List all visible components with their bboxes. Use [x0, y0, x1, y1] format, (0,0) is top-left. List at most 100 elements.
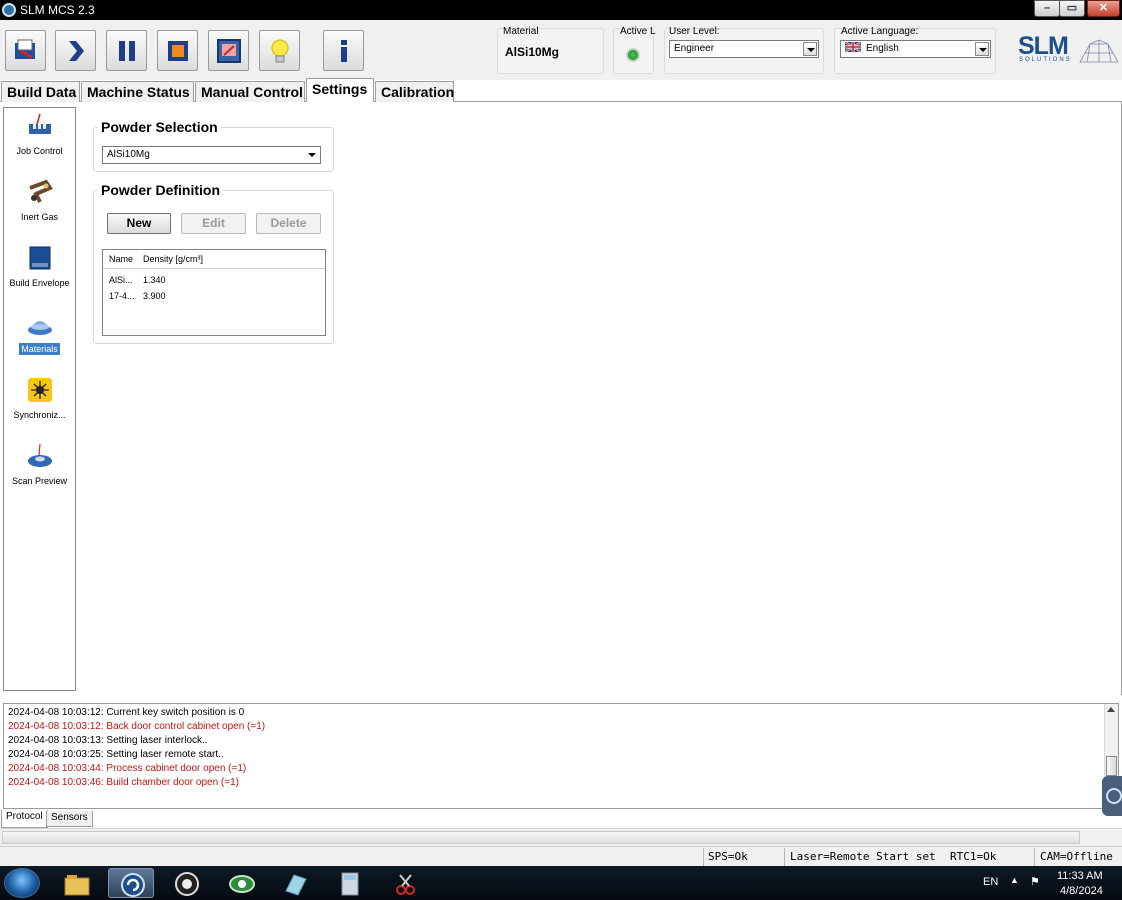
table-header: Name Density [g/cm³]: [103, 250, 325, 269]
sidebar-item-label: Inert Gas: [20, 212, 58, 222]
stop-button[interactable]: [157, 30, 198, 71]
window-icon: [217, 39, 241, 63]
start-button[interactable]: [55, 30, 96, 71]
sidebar-item-inert-gas[interactable]: Inert Gas: [4, 178, 75, 238]
logo-subtext: SOLUTIONS: [1019, 57, 1072, 63]
title-bar: SLM MCS 2.3 – ▭ ✕: [0, 0, 1122, 20]
cell-name: 17-4...: [109, 291, 135, 301]
log-line-error: 2024-04-08 10:03:44: Process cabinet doo…: [8, 763, 247, 774]
tab-sensors[interactable]: Sensors: [46, 811, 93, 827]
tab-machine-status[interactable]: Machine Status: [81, 81, 194, 102]
taskbar-calculator[interactable]: [326, 868, 372, 898]
delete-button[interactable]: Delete: [256, 213, 321, 234]
chevron-down-icon[interactable]: [975, 42, 989, 56]
minimize-button[interactable]: –: [1034, 0, 1060, 17]
log-line: 2024-04-08 10:03:25: Setting laser remot…: [8, 749, 224, 760]
log-line: 2024-04-08 10:03:12: Current key switch …: [8, 707, 245, 718]
start-button[interactable]: [4, 868, 40, 898]
clock-time[interactable]: 11:33 AM: [1057, 870, 1103, 882]
pause-button[interactable]: [106, 30, 147, 71]
inert-gas-icon: [29, 179, 53, 203]
scroll-thumb[interactable]: [1106, 756, 1117, 776]
info-icon: [341, 40, 347, 62]
material-label: Material: [503, 26, 539, 37]
build-envelope-icon: [29, 246, 51, 270]
chevron-down-icon[interactable]: [803, 42, 817, 56]
close-button[interactable]: ✕: [1087, 0, 1120, 17]
taskbar-camera[interactable]: [163, 868, 209, 898]
status-rtc: RTC1=Ok: [950, 850, 997, 863]
table-row[interactable]: AlSi... 1.340: [103, 271, 325, 287]
status-bar: SPS=Ok Laser=Remote Start set RTC1=Ok CA…: [0, 846, 1122, 866]
sidebar-item-synchronize[interactable]: Synchroniz...: [4, 376, 75, 436]
clock-date[interactable]: 4/8/2024: [1060, 885, 1103, 897]
sidebar-item-build-envelope[interactable]: Build Envelope: [4, 244, 75, 304]
status-sps: SPS=Ok: [708, 850, 748, 863]
cell-density: 1.340: [143, 275, 166, 285]
column-header-name[interactable]: Name: [109, 254, 133, 264]
play-arrow-icon: [69, 41, 84, 61]
open-job-button[interactable]: [5, 30, 46, 71]
info-button[interactable]: [323, 30, 364, 71]
taskbar-notepad[interactable]: [272, 868, 318, 898]
materials-icon: [28, 321, 52, 335]
taskbar-slm-mcs[interactable]: [108, 868, 154, 898]
action-center-flag-icon[interactable]: ⚑: [1030, 875, 1040, 888]
powder-definition-title: Powder Definition: [98, 182, 223, 198]
cell-name: AlSi...: [109, 275, 133, 285]
monitor-button[interactable]: [208, 30, 249, 71]
light-button[interactable]: [259, 30, 300, 71]
windows-taskbar: EN ▲ ⚑ 11:33 AM 4/8/2024: [0, 866, 1122, 900]
tab-calibration[interactable]: Calibration: [375, 81, 454, 102]
language-label: Active Language:: [841, 26, 919, 37]
table-row[interactable]: 17-4... 3.900: [103, 287, 325, 303]
sidebar-item-label: Materials: [19, 343, 60, 355]
explorer-icon: [64, 875, 90, 896]
settings-sidebar: Job Control Inert Gas Build Envelope Mat…: [3, 107, 76, 691]
tab-protocol[interactable]: Protocol: [1, 810, 48, 828]
sidebar-item-job-control[interactable]: Job Control: [4, 112, 75, 172]
cell-density: 3.900: [143, 291, 166, 301]
user-level-select[interactable]: Engineer: [669, 40, 819, 58]
maximize-button[interactable]: ▭: [1059, 0, 1085, 17]
tab-settings[interactable]: Settings: [306, 78, 374, 103]
material-value: AlSi10Mg: [505, 45, 560, 59]
active-laser-label: Active L: [620, 26, 656, 37]
open-folder-icon: [15, 39, 35, 59]
synchronize-icon: [28, 378, 52, 402]
sidebar-item-materials[interactable]: Materials: [4, 310, 75, 370]
sidebar-item-scan-preview[interactable]: Scan Preview: [4, 442, 75, 502]
taskbar-snipping-tool[interactable]: [381, 868, 427, 898]
slm-app-icon: [2, 3, 16, 17]
scan-preview-icon: [28, 443, 52, 467]
tab-build-data[interactable]: Build Data: [1, 81, 80, 102]
taskbar-eye-app[interactable]: [218, 868, 264, 898]
scroll-up-icon[interactable]: [1107, 707, 1115, 712]
pause-icon: [119, 41, 135, 61]
stop-icon: [168, 41, 188, 61]
log-line: 2024-04-08 10:03:13: Setting laser inter…: [8, 735, 208, 746]
protocol-log[interactable]: 2024-04-08 10:03:12: Current key switch …: [3, 703, 1119, 809]
chevron-down-icon[interactable]: [305, 148, 319, 162]
column-header-density[interactable]: Density [g/cm³]: [143, 254, 203, 264]
sidebar-item-label: Job Control: [16, 146, 63, 156]
horizontal-scrollbar[interactable]: [0, 828, 1122, 846]
tab-manual-control[interactable]: Manual Control: [195, 81, 305, 102]
window-title: SLM MCS 2.3: [20, 3, 95, 17]
taskbar-explorer[interactable]: [53, 868, 99, 898]
input-language[interactable]: EN: [983, 876, 998, 888]
new-button[interactable]: New: [107, 213, 171, 234]
notepad-icon: [285, 874, 307, 896]
edit-button[interactable]: Edit: [181, 213, 246, 234]
scroll-track[interactable]: [2, 831, 1080, 844]
slm-mcs-icon: [121, 873, 145, 897]
uk-flag-icon: [845, 42, 861, 52]
status-cam: CAM=Offline: [1040, 850, 1113, 863]
language-select[interactable]: English: [840, 40, 991, 58]
sidebar-item-label: Build Envelope: [9, 278, 70, 288]
camera-icon: [175, 872, 199, 896]
log-line-error: 2024-04-08 10:03:12: Back door control c…: [8, 721, 266, 732]
powder-select[interactable]: AlSi10Mg: [102, 146, 321, 164]
tray-expand-icon[interactable]: ▲: [1010, 875, 1019, 885]
powder-selection-title: Powder Selection: [98, 119, 221, 135]
